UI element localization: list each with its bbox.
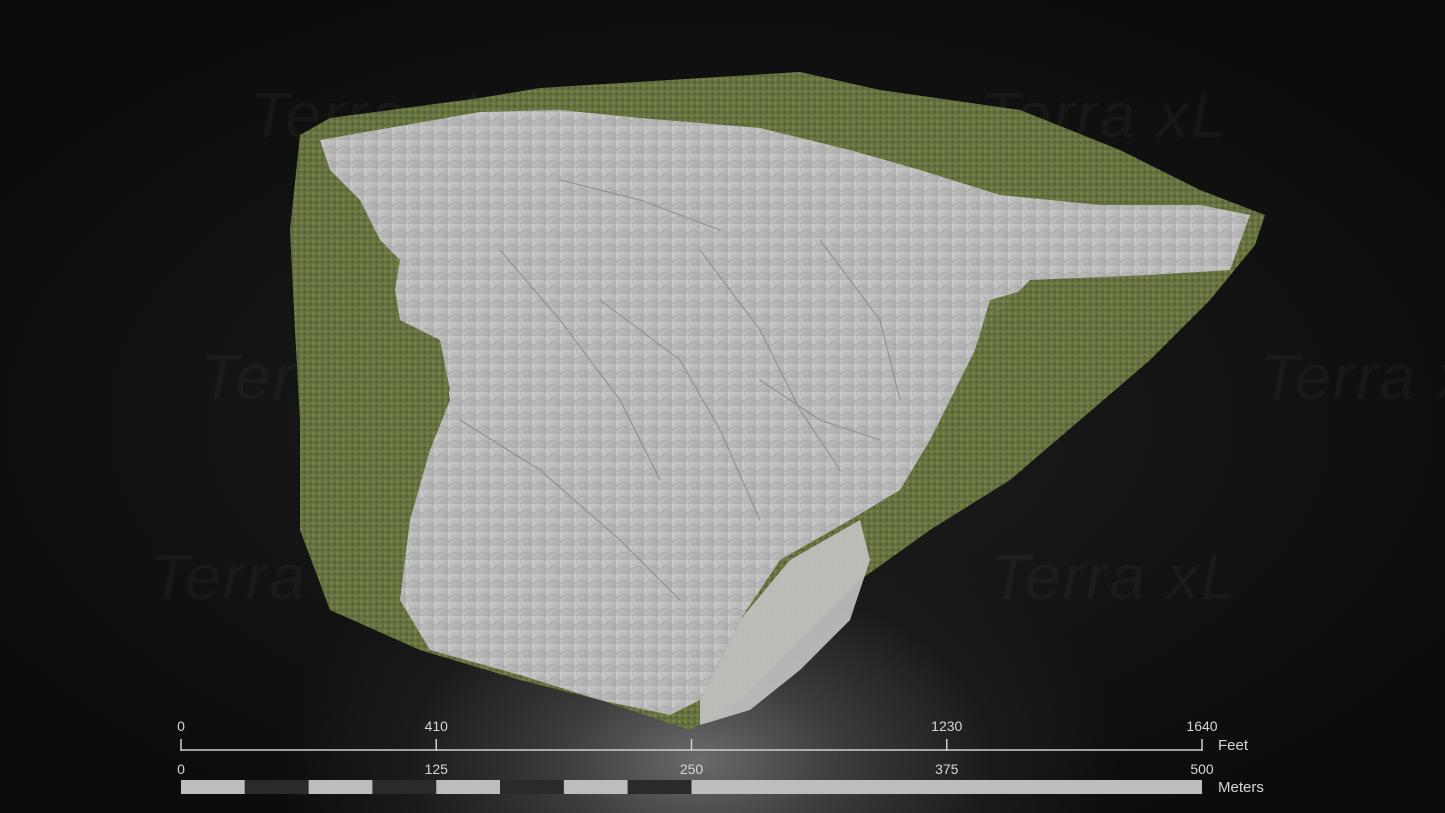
- meter-scale-segment: [627, 780, 692, 794]
- feet-scale: [180, 739, 1203, 751]
- meter-tick-label: 375: [935, 761, 959, 777]
- meters-unit-label: Meters: [1218, 779, 1264, 796]
- map-viewport: Terra xL Terra xL Terra xL Terra xL Terr…: [0, 0, 1445, 813]
- meter-scale: [181, 780, 1202, 794]
- meter-tick-label: 500: [1190, 761, 1214, 777]
- meter-scale-segment: [181, 780, 245, 794]
- meter-scale-segment: [436, 780, 501, 794]
- meter-scale-segment: [563, 780, 628, 794]
- meter-tick-label: 250: [679, 761, 704, 777]
- scale-bar: [180, 739, 1203, 794]
- meter-scale-segment: [372, 780, 437, 794]
- meter-tick-label: 125: [424, 761, 448, 777]
- meter-scale-segment: [308, 780, 373, 794]
- meter-scale-segment: [500, 780, 564, 794]
- meter-scale-segment: [691, 780, 1202, 794]
- meter-scale-segment: [244, 780, 309, 794]
- feet-tick-label: 410: [424, 718, 448, 734]
- meter-tick-label: 0: [177, 761, 185, 777]
- feet-tick-label: 1230: [931, 718, 963, 734]
- feet-tick-label: 1640: [1186, 718, 1218, 734]
- feet-unit-label: Feet: [1218, 737, 1249, 754]
- feet-tick-label: 0: [177, 718, 185, 734]
